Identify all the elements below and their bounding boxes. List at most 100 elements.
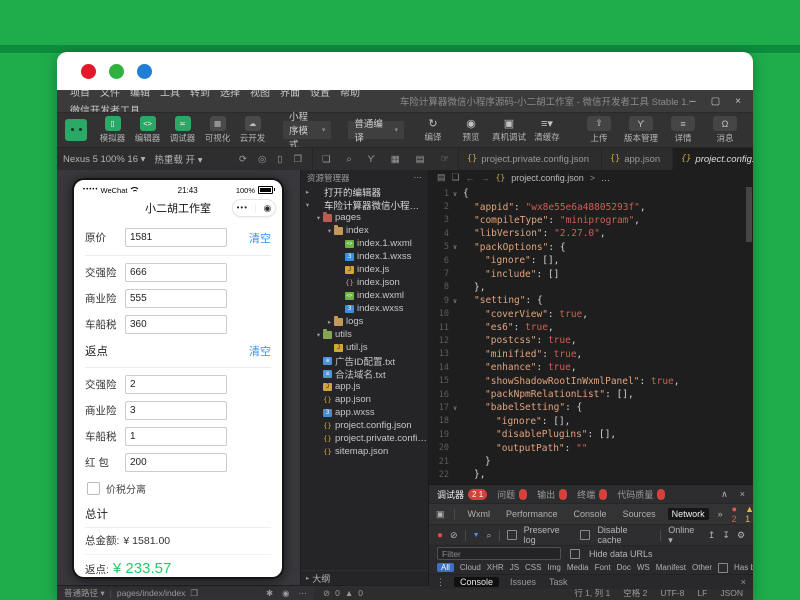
drawer-close-icon[interactable]: × [741, 577, 746, 587]
rebate-input[interactable]: 1 [125, 427, 227, 446]
mode-button[interactable]: ▯ 模拟器 [97, 116, 128, 144]
bug-icon[interactable]: ✱ [266, 588, 273, 599]
sidebar-tool-icon[interactable]: ☞ [440, 154, 449, 165]
clear-link[interactable]: 清空 [249, 343, 271, 359]
collapse-panel-icon[interactable]: ∧ [721, 489, 728, 500]
devtools-tab[interactable]: Console [570, 508, 611, 520]
sim-control-icon[interactable]: ⟳ [239, 154, 247, 165]
code-line[interactable]: 11 "es6": true, [429, 321, 753, 334]
phone-simulator[interactable]: ••••• WeChat 21:43 100% 小二胡工作室 [72, 178, 284, 579]
code-area[interactable]: 1 ∨ { 2 "appid": "wx8e55e6a48805293f", [429, 185, 753, 484]
problems-summary[interactable]: ⊘ 0 ▲ 0 [314, 586, 372, 600]
hot-reload-toggle[interactable]: 热重载 开 ▾ [154, 152, 202, 166]
right-action-button[interactable]: ϒ 版本管理 [621, 116, 661, 144]
code-line[interactable]: 17 ∨ "babelSetting": { [429, 401, 753, 414]
hide-data-urls-checkbox[interactable] [570, 549, 580, 559]
tree-item[interactable]: 广告ID配置.txt [301, 354, 428, 367]
tree-item[interactable]: index.1.wxss [301, 250, 428, 263]
tree-item[interactable]: ▾ 车险计算器微信小程序源码 [301, 198, 428, 211]
network-settings-icon[interactable]: ⚙ [737, 530, 745, 541]
code-line[interactable]: 15 "showShadowRootInWxmlPanel": true, [429, 374, 753, 387]
fee-input[interactable]: 360 [125, 315, 227, 334]
type-filter[interactable]: CSS [525, 563, 541, 572]
minimize-icon[interactable]: – [690, 96, 696, 107]
blocked-cookies-checkbox[interactable] [718, 563, 728, 573]
code-line[interactable]: 4 "libVersion": "2.27.0", [429, 227, 753, 240]
code-line[interactable]: 1 ∨ { [429, 187, 753, 200]
rebate-input[interactable]: 2 [125, 375, 227, 394]
tree-arrow-icon[interactable]: ▾ [314, 214, 323, 222]
language-mode[interactable]: JSON [720, 588, 743, 598]
debugger-tab[interactable]: 代码质量 [617, 488, 665, 501]
outline-section[interactable]: ▸ 大纲 [301, 570, 428, 585]
debugger-tab[interactable]: 输出 [537, 488, 567, 501]
panel-icon[interactable]: ▤ [437, 172, 446, 183]
search-icon[interactable]: ⌕ [487, 530, 492, 541]
eol-setting[interactable]: LF [697, 588, 707, 598]
editor-tab[interactable]: project.config.json × [673, 148, 753, 170]
type-filter[interactable]: All [437, 563, 454, 572]
mode-button[interactable]: ▦ 可视化 [202, 116, 233, 144]
more-icon[interactable]: ⋯ [299, 588, 308, 599]
filter-input[interactable]: Filter [437, 547, 561, 560]
preserve-log-checkbox[interactable] [507, 530, 517, 540]
type-filter[interactable]: Font [595, 563, 611, 572]
debugger-tab[interactable]: 调试器 2 1 [437, 488, 487, 501]
menu-item[interactable]: 选择 [215, 90, 245, 99]
fee-input[interactable]: 555 [125, 289, 227, 308]
tree-item[interactable]: ▾ index [301, 224, 428, 237]
code-line[interactable]: 21 } [429, 455, 753, 468]
tree-item[interactable]: ▸ logs [301, 315, 428, 328]
red-dot[interactable] [81, 64, 96, 79]
code-line[interactable]: 19 "disablePlugins": [], [429, 428, 753, 441]
breadcrumb-more[interactable]: … [601, 173, 610, 183]
type-filter[interactable]: Img [547, 563, 560, 572]
code-line[interactable]: 8 }, [429, 281, 753, 294]
debugger-tab[interactable]: 问题 [497, 488, 527, 501]
sim-control-icon[interactable]: ▯ [277, 154, 282, 165]
drawer-tab[interactable]: Task [547, 577, 570, 587]
editor-scrollbar[interactable] [746, 185, 752, 484]
forward-icon[interactable]: → [481, 173, 490, 183]
sim-control-icon[interactable]: ◎ [258, 154, 266, 165]
code-line[interactable]: 3 "compileType": "miniprogram", [429, 214, 753, 227]
tree-item[interactable]: app.js [301, 380, 428, 393]
code-line[interactable]: 9 ∨ "setting": { [429, 294, 753, 307]
drawer-kebab-icon[interactable]: ⋮ [436, 577, 445, 588]
tree-item[interactable]: util.js [301, 341, 428, 354]
copy-path-icon[interactable]: ❐ [190, 588, 198, 599]
sidebar-tool-icon[interactable]: ❏ [322, 154, 331, 165]
explorer-more-icon[interactable]: ⋯ [414, 172, 423, 183]
action-button[interactable]: ↻ 编译 [415, 118, 451, 143]
code-line[interactable]: 2 "appid": "wx8e55e6a48805293f", [429, 200, 753, 213]
mode-button[interactable]: ≍ 调试器 [167, 116, 198, 144]
code-line[interactable]: 12 "postcss": true, [429, 334, 753, 347]
menu-item[interactable]: 项目 [65, 90, 95, 99]
action-button[interactable]: ▣ 真机调试 [491, 118, 527, 143]
right-action-button[interactable]: ≡ 详情 [663, 116, 703, 144]
tree-item[interactable]: index.js [301, 263, 428, 276]
menu-item[interactable]: 转到 [185, 90, 215, 99]
menu-item[interactable]: 界面 [275, 90, 305, 99]
drawer-tab[interactable]: Console [454, 577, 499, 587]
type-filter[interactable]: Other [692, 563, 712, 572]
tree-item[interactable]: ▾ pages [301, 211, 428, 224]
page-path[interactable]: pages/index/index [117, 588, 186, 598]
tree-item[interactable]: index.1.wxml [301, 237, 428, 250]
record-icon[interactable]: ● [437, 530, 443, 541]
code-line[interactable]: 20 "outputPath": "" [429, 441, 753, 454]
disable-cache-checkbox[interactable] [580, 530, 590, 540]
devtools-tab[interactable]: Network [668, 508, 709, 520]
rebate-input[interactable]: 200 [125, 453, 227, 472]
sidebar-tool-icon[interactable]: ▤ [416, 154, 425, 165]
throttle-select[interactable]: Online ▾ [668, 525, 701, 546]
menu-item[interactable]: 文件 [95, 90, 125, 99]
right-action-button[interactable]: ⇧ 上传 [579, 116, 619, 144]
exit-target-icon[interactable]: ◉ [263, 203, 271, 214]
fold-icon[interactable]: ∨ [449, 297, 461, 305]
tree-item[interactable]: sitemap.json [301, 445, 428, 458]
code-line[interactable]: 10 "coverView": true, [429, 308, 753, 321]
code-line[interactable]: 16 "packNpmRelationList": [], [429, 388, 753, 401]
filter-funnel-icon[interactable]: ▼ [473, 532, 480, 539]
code-line[interactable]: 7 "include": [] [429, 267, 753, 280]
